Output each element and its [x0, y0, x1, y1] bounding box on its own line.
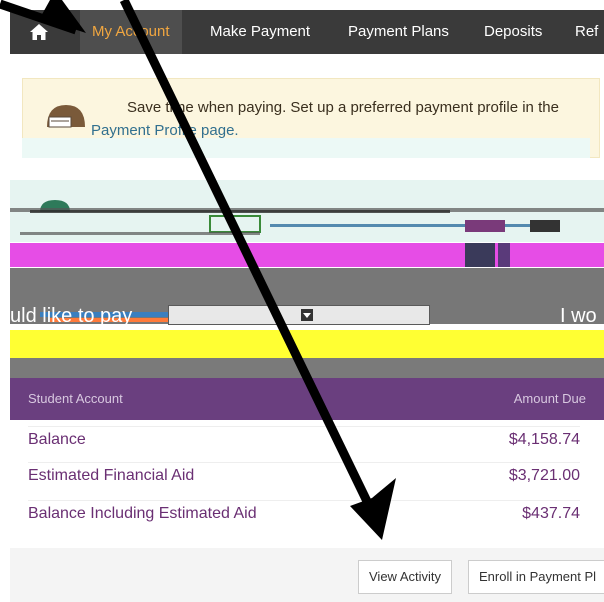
arrow-long-line [119, 0, 383, 526]
annotation-arrows [0, 0, 396, 540]
